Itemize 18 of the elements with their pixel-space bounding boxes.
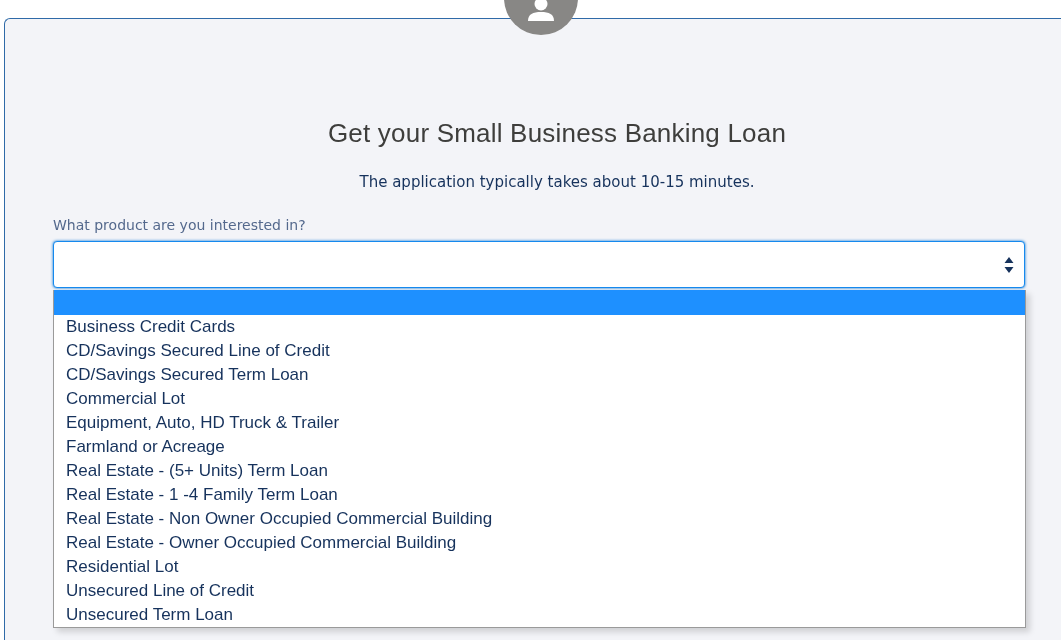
field-label: What product are you interested in? [53, 217, 307, 233]
dropdown-option[interactable]: CD/Savings Secured Term Loan [54, 363, 1025, 387]
dropdown-option[interactable]: Unsecured Line of Credit [54, 579, 1025, 603]
dropdown-option[interactable]: Unsecured Term Loan [54, 603, 1025, 627]
dropdown-option[interactable]: Real Estate - (5+ Units) Term Loan [54, 459, 1025, 483]
dropdown-option[interactable]: Equipment, Auto, HD Truck & Trailer [54, 411, 1025, 435]
product-select[interactable] [53, 241, 1025, 288]
dropdown-option[interactable]: Business Credit Cards [54, 315, 1025, 339]
dropdown-option[interactable]: Real Estate - Non Owner Occupied Commercial Building [54, 507, 1025, 531]
dropdown-option[interactable]: Residential Lot [54, 555, 1025, 579]
form-title: Get your Small Business Banking Loan [326, 118, 788, 149]
dropdown-option[interactable]: Farmland or Acreage [54, 435, 1025, 459]
dropdown-option[interactable]: Commercial Lot [54, 387, 1025, 411]
sort-arrows-icon [1004, 255, 1014, 275]
form-subtitle: The application typically takes about 10-15 minutes. [358, 173, 756, 191]
dropdown-option[interactable]: Real Estate - 1 -4 Family Term Loan [54, 483, 1025, 507]
dropdown-option[interactable]: CD/Savings Secured Line of Credit [54, 339, 1025, 363]
dropdown-option[interactable]: Real Estate - Owner Occupied Commercial Building [54, 531, 1025, 555]
